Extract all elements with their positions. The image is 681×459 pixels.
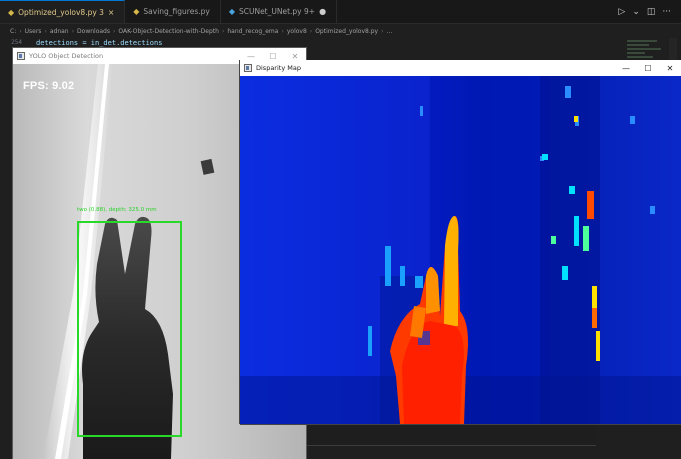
breadcrumb-item[interactable]: Users	[25, 28, 42, 35]
breadcrumb: C: › Users › adnan › Downloads › OAK-Object-…	[0, 24, 681, 38]
chevron-right-icon: ›	[281, 27, 284, 35]
fps-counter: FPS: 9.02	[23, 80, 75, 92]
editor-actions: ▷ ⌄ ◫ ···	[618, 0, 681, 23]
breadcrumb-item[interactable]: yolov8	[287, 28, 307, 35]
python-file-icon: ◆	[133, 7, 140, 16]
window-titlebar[interactable]: Disparity Map — ☐ ✕	[240, 60, 681, 76]
split-editor-icon[interactable]: ◫	[647, 7, 656, 17]
editor-tab-bar: ◆ Optimized_yolov8.py 3 × ◆ Saving_figur…	[0, 0, 681, 24]
tab-label: SCUNet_UNet.py 9+	[238, 7, 316, 16]
detection-bounding-box	[77, 221, 182, 437]
tab-label: Optimized_yolov8.py 3	[18, 7, 104, 17]
tab-label: Saving_figures.py	[143, 7, 210, 16]
code-line[interactable]: 254 detections = in_det.detections	[0, 38, 162, 47]
chevron-right-icon: ›	[112, 27, 116, 35]
disparity-visualization	[240, 76, 681, 424]
python-file-icon: ◆	[8, 7, 15, 17]
close-icon[interactable]: ✕	[659, 60, 681, 76]
chevron-right-icon: ›	[221, 27, 225, 35]
tab-optimized-yolov8[interactable]: ◆ Optimized_yolov8.py 3 ×	[0, 0, 126, 23]
code-text[interactable]: detections = in_det.detections	[36, 39, 162, 47]
detection-label: two (0.88), depth: 325.0 mm	[77, 207, 157, 213]
chevron-right-icon: ›	[309, 27, 313, 35]
chevron-down-icon[interactable]: ⌄	[632, 7, 640, 17]
chevron-right-icon: ›	[44, 27, 47, 35]
app-icon	[244, 64, 252, 72]
breadcrumb-item[interactable]: adnan	[50, 28, 69, 35]
close-icon[interactable]: ×	[108, 8, 114, 17]
breadcrumb-item[interactable]: Downloads	[77, 28, 110, 35]
tab-scunet-unet[interactable]: ◆ SCUNet_UNet.py 9+ ●	[221, 0, 338, 23]
chevron-right-icon: ›	[71, 27, 75, 35]
app-icon	[17, 52, 25, 60]
breadcrumb-item[interactable]: hand_recog_ema	[227, 28, 278, 35]
chevron-right-icon: ›	[381, 27, 384, 35]
python-file-icon: ◆	[228, 7, 235, 16]
window-title: YOLO Object Detection	[29, 52, 104, 60]
chevron-right-icon: ›	[19, 27, 22, 35]
editor-panel	[306, 424, 596, 446]
disparity-map-image	[240, 76, 681, 424]
tab-saving-figures[interactable]: ◆ Saving_figures.py	[125, 0, 221, 23]
breadcrumb-item[interactable]: ...	[387, 28, 393, 35]
run-icon[interactable]: ▷	[618, 7, 625, 17]
minimize-icon[interactable]: —	[615, 60, 637, 76]
window-controls: — ☐ ✕	[615, 60, 681, 76]
window-title: Disparity Map	[256, 64, 301, 72]
disparity-map-window[interactable]: Disparity Map — ☐ ✕	[240, 60, 681, 424]
more-icon[interactable]: ···	[662, 7, 671, 17]
breadcrumb-item[interactable]: OAK-Object-Detection-with-Depth	[118, 28, 219, 35]
line-number: 254	[11, 39, 22, 46]
breadcrumb-item[interactable]: C:	[10, 28, 16, 35]
modified-dot-icon[interactable]: ●	[319, 7, 326, 16]
breadcrumb-item[interactable]: Optimized_yolov8.py	[315, 28, 378, 35]
maximize-icon[interactable]: ☐	[637, 60, 659, 76]
